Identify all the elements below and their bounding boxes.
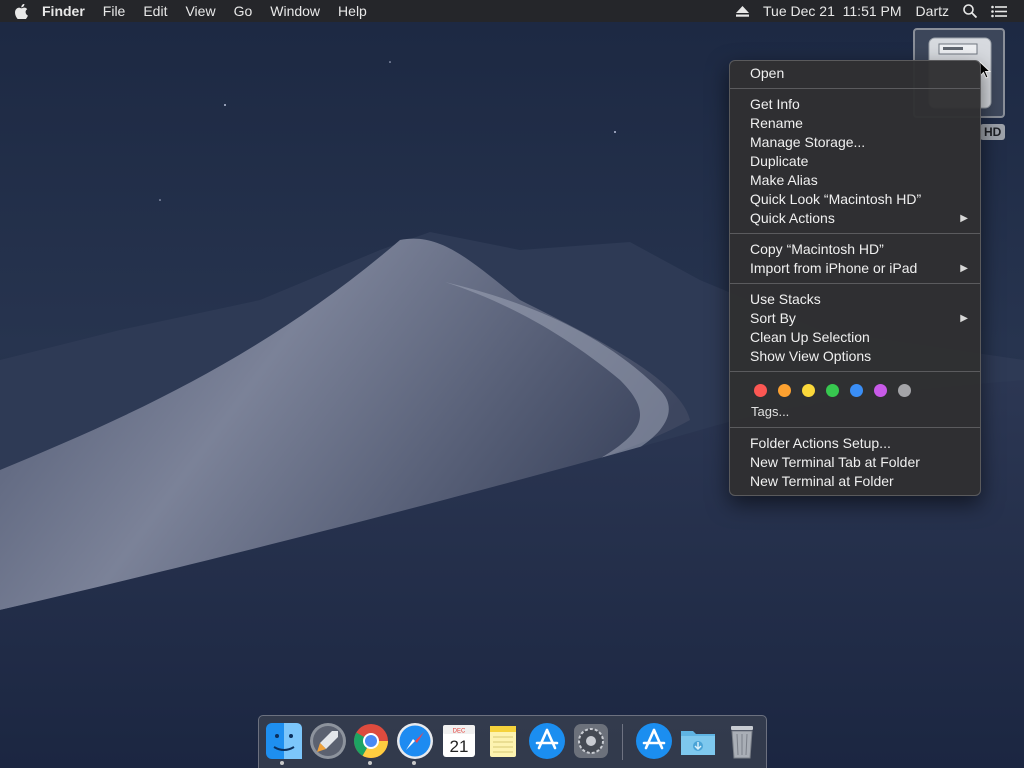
- notification-center-icon[interactable]: [984, 0, 1014, 22]
- launchpad-icon[interactable]: [308, 721, 348, 761]
- tag-orange[interactable]: [778, 383, 791, 397]
- menu-window[interactable]: Window: [261, 0, 329, 22]
- app-store-icon[interactable]: [527, 721, 567, 761]
- menu-item-quick-look[interactable]: Quick Look “Macintosh HD”: [730, 190, 980, 209]
- running-indicator: [412, 761, 416, 765]
- downloads-folder-icon[interactable]: [678, 721, 718, 761]
- submenu-arrow-icon: ▶: [960, 213, 968, 224]
- spotlight-search-icon[interactable]: [956, 0, 984, 22]
- submenu-arrow-icon: ▶: [960, 263, 968, 274]
- menu-item-clean-up-selection[interactable]: Clean Up Selection: [730, 328, 980, 347]
- trash-icon[interactable]: [722, 721, 762, 761]
- menu-item-new-terminal[interactable]: New Terminal at Folder: [730, 472, 980, 491]
- menu-separator: [730, 427, 980, 428]
- tag-gray[interactable]: [898, 383, 911, 397]
- menu-file[interactable]: File: [94, 0, 135, 22]
- menu-separator: [730, 283, 980, 284]
- tag-color-row: [730, 378, 980, 402]
- menu-item-new-terminal-tab[interactable]: New Terminal Tab at Folder: [730, 453, 980, 472]
- menu-separator: [730, 88, 980, 89]
- app-store-downloads-icon[interactable]: [634, 721, 674, 761]
- menu-separator: [730, 233, 980, 234]
- tag-green[interactable]: [826, 383, 839, 397]
- menu-item-folder-actions-setup[interactable]: Folder Actions Setup...: [730, 434, 980, 453]
- menu-separator: [730, 371, 980, 372]
- submenu-arrow-icon: ▶: [960, 313, 968, 324]
- calendar-icon[interactable]: DEC 21: [439, 721, 479, 761]
- menu-clock[interactable]: Tue Dec 21 11:51 PM: [756, 0, 909, 22]
- tag-blue[interactable]: [850, 383, 863, 397]
- menu-item-quick-actions[interactable]: Quick Actions ▶: [730, 209, 980, 228]
- running-indicator: [368, 761, 372, 765]
- calendar-month: DEC: [453, 729, 466, 735]
- menu-item-manage-storage[interactable]: Manage Storage...: [730, 133, 980, 152]
- dock: DEC 21: [258, 715, 767, 768]
- notes-icon[interactable]: [483, 721, 523, 761]
- tag-red[interactable]: [754, 383, 767, 397]
- menu-item-duplicate[interactable]: Duplicate: [730, 152, 980, 171]
- menu-item-copy[interactable]: Copy “Macintosh HD”: [730, 240, 980, 259]
- chrome-icon[interactable]: [351, 721, 391, 761]
- menu-item-import-from-iphone[interactable]: Import from iPhone or iPad ▶: [730, 259, 980, 278]
- context-menu: Open Get Info Rename Manage Storage... D…: [729, 60, 981, 496]
- menu-item-get-info[interactable]: Get Info: [730, 95, 980, 114]
- menu-item-rename[interactable]: Rename: [730, 114, 980, 133]
- finder-icon[interactable]: [264, 721, 304, 761]
- menu-item-label: Sort By: [750, 310, 796, 326]
- calendar-day: 21: [450, 737, 469, 756]
- menu-item-use-stacks[interactable]: Use Stacks: [730, 290, 980, 309]
- dock-divider: [622, 724, 623, 760]
- menu-item-label: Quick Actions: [750, 210, 835, 226]
- running-indicator: [280, 761, 284, 765]
- menu-go[interactable]: Go: [225, 0, 262, 22]
- safari-icon[interactable]: [395, 721, 435, 761]
- menu-edit[interactable]: Edit: [134, 0, 176, 22]
- menu-app-name[interactable]: Finder: [42, 0, 94, 22]
- system-preferences-icon[interactable]: [571, 721, 611, 761]
- menu-item-open[interactable]: Open: [730, 64, 980, 83]
- tag-yellow[interactable]: [802, 383, 815, 397]
- menu-help[interactable]: Help: [329, 0, 376, 22]
- menu-item-make-alias[interactable]: Make Alias: [730, 171, 980, 190]
- menu-item-show-view-options[interactable]: Show View Options: [730, 347, 980, 366]
- menu-item-label: Import from iPhone or iPad: [750, 260, 918, 276]
- menu-item-tags[interactable]: Tags...: [730, 402, 980, 422]
- apple-icon[interactable]: [0, 3, 42, 19]
- menu-bar: Finder File Edit View Go Window Help Tue…: [0, 0, 1024, 22]
- eject-icon[interactable]: [729, 0, 756, 22]
- menu-user[interactable]: Dartz: [909, 0, 956, 22]
- tag-purple[interactable]: [874, 383, 887, 397]
- menu-view[interactable]: View: [176, 0, 224, 22]
- disk-label[interactable]: HD: [980, 124, 1006, 140]
- menu-item-sort-by[interactable]: Sort By ▶: [730, 309, 980, 328]
